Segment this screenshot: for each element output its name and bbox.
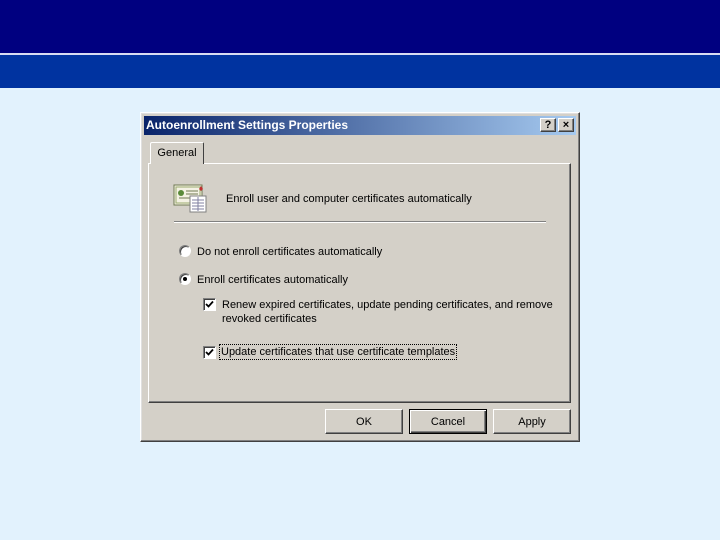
separator bbox=[174, 221, 546, 223]
update-templates-checkbox[interactable] bbox=[203, 346, 216, 359]
close-button[interactable]: × bbox=[558, 118, 574, 132]
secondary-banner bbox=[0, 55, 720, 88]
top-banner bbox=[0, 0, 720, 53]
help-button[interactable]: ? bbox=[540, 118, 556, 132]
certificate-icon bbox=[173, 183, 207, 213]
renew-checkbox[interactable] bbox=[203, 298, 216, 311]
tab-general[interactable]: General bbox=[150, 142, 204, 164]
radio-do-not-enroll[interactable] bbox=[179, 245, 191, 257]
radio-enroll-automatically-label[interactable]: Enroll certificates automatically bbox=[197, 273, 348, 287]
apply-button[interactable]: Apply bbox=[493, 409, 571, 434]
cancel-button[interactable]: Cancel bbox=[409, 409, 487, 434]
title-bar[interactable]: Autoenrollment Settings Properties ? × bbox=[144, 116, 576, 135]
auto-enroll-heading: Enroll user and computer certificates au… bbox=[226, 193, 472, 205]
update-templates-label[interactable]: Update certificates that use certificate… bbox=[218, 344, 458, 360]
ok-button[interactable]: OK bbox=[325, 409, 403, 434]
radio-enroll-automatically[interactable] bbox=[179, 273, 191, 285]
renew-label-line1[interactable]: Renew expired certificates, update pendi… bbox=[222, 298, 553, 312]
checkmark-icon bbox=[205, 348, 214, 356]
renew-label-line2[interactable]: revoked certificates bbox=[222, 312, 317, 326]
properties-dialog: Autoenrollment Settings Properties ? × G… bbox=[140, 112, 580, 442]
dialog-title: Autoenrollment Settings Properties bbox=[146, 118, 349, 132]
radio-do-not-enroll-label[interactable]: Do not enroll certificates automatically bbox=[197, 245, 382, 259]
checkmark-icon bbox=[205, 300, 214, 308]
